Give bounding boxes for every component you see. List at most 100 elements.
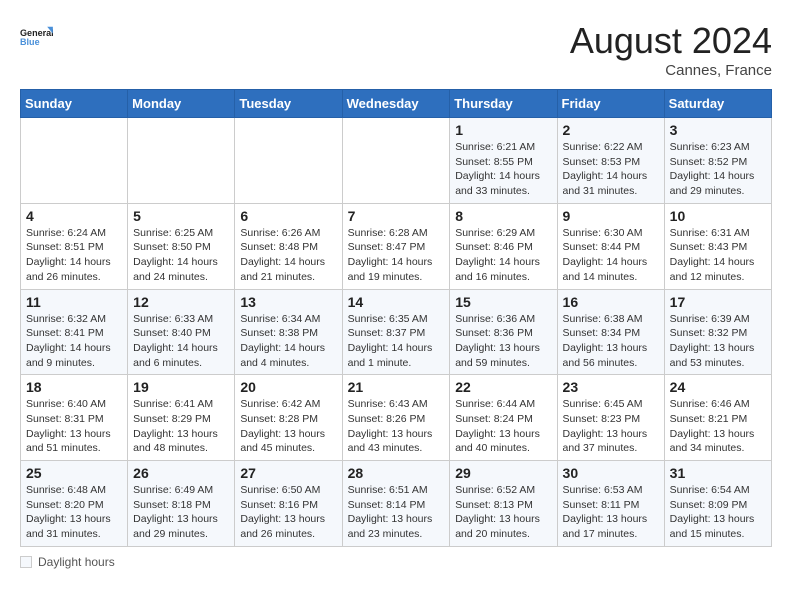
day-number: 3 [670,122,766,138]
calendar-day-cell: 18 Sunrise: 6:40 AM Sunset: 8:31 PM Dayli… [21,375,128,461]
calendar-day-cell: 5Sunrise: 6:25 AM Sunset: 8:50 PM Daylig… [128,203,235,289]
day-number: 17 [670,294,766,310]
calendar-day-cell: 10 Sunrise: 6:31 AM Sunset: 8:43 PM Dayli… [664,203,771,289]
day-info: Sunrise: 6:51 AM Sunset: 8:14 PM Dayligh… [348,483,445,542]
calendar-day-cell: 28Sunrise: 6:51 AM Sunset: 8:14 PM Dayli… [342,461,450,547]
calendar-day-cell: 8 Sunrise: 6:29 AM Sunset: 8:46 PM Daylig… [450,203,557,289]
calendar-day-cell: 29 Sunrise: 6:52 AM Sunset: 8:13 PM Dayli… [450,461,557,547]
page-header: General Blue August 2024 Cannes, France [20,20,772,79]
day-number: 10 [670,208,766,224]
calendar-day-cell: 12 Sunrise: 6:33 AM Sunset: 8:40 PM Dayli… [128,289,235,375]
calendar-day-cell: 11 Sunrise: 6:32 AM Sunset: 8:41 PM Dayli… [21,289,128,375]
day-info: Sunrise: 6:34 AM Sunset: 8:38 PM Dayligh… [240,312,336,371]
day-info: Sunrise: 6:26 AM Sunset: 8:48 PM Dayligh… [240,226,336,285]
svg-text:Blue: Blue [20,37,40,47]
calendar-day-cell [21,118,128,204]
day-number: 11 [26,294,122,310]
location: Cannes, France [570,62,772,79]
calendar-day-cell: 7 Sunrise: 6:28 AM Sunset: 8:47 PM Daylig… [342,203,450,289]
day-info: Sunrise: 6:53 AM Sunset: 8:11 PM Dayligh… [563,483,659,542]
calendar-week-row: 11 Sunrise: 6:32 AM Sunset: 8:41 PM Dayli… [21,289,772,375]
calendar-day-cell: 30 Sunrise: 6:53 AM Sunset: 8:11 PM Dayli… [557,461,664,547]
day-info: Sunrise: 6:52 AM Sunset: 8:13 PM Dayligh… [455,483,551,542]
day-info: Sunrise: 6:23 AM Sunset: 8:52 PM Dayligh… [670,140,766,199]
day-info: Sunrise: 6:39 AM Sunset: 8:32 PM Dayligh… [670,312,766,371]
calendar-day-cell: 6 Sunrise: 6:26 AM Sunset: 8:48 PM Daylig… [235,203,342,289]
day-number: 25 [26,465,122,481]
day-info: Sunrise: 6:48 AM Sunset: 8:20 PM Dayligh… [26,483,122,542]
daylight-indicator [20,556,32,568]
day-number: 6 [240,208,336,224]
calendar-day-cell: 16 Sunrise: 6:38 AM Sunset: 8:34 PM Dayli… [557,289,664,375]
day-info: Sunrise: 6:33 AM Sunset: 8:40 PM Dayligh… [133,312,229,371]
day-number: 15 [455,294,551,310]
calendar-day-header: Friday [557,90,664,118]
day-info: Sunrise: 6:29 AM Sunset: 8:46 PM Dayligh… [455,226,551,285]
day-number: 14 [348,294,445,310]
calendar-week-row: 25 Sunrise: 6:48 AM Sunset: 8:20 PM Dayli… [21,461,772,547]
day-number: 13 [240,294,336,310]
calendar-week-row: 1Sunrise: 6:21 AM Sunset: 8:55 PM Daylig… [21,118,772,204]
calendar-day-cell: 9 Sunrise: 6:30 AM Sunset: 8:44 PM Daylig… [557,203,664,289]
calendar-day-cell [235,118,342,204]
day-number: 21 [348,379,445,395]
calendar-day-header: Wednesday [342,90,450,118]
day-info: Sunrise: 6:43 AM Sunset: 8:26 PM Dayligh… [348,397,445,456]
day-number: 30 [563,465,659,481]
day-number: 18 [26,379,122,395]
calendar-footer: Daylight hours [20,555,772,569]
calendar-day-cell: 3 Sunrise: 6:23 AM Sunset: 8:52 PM Daylig… [664,118,771,204]
day-number: 29 [455,465,551,481]
day-number: 5 [133,208,229,224]
calendar-day-cell: 27Sunrise: 6:50 AM Sunset: 8:16 PM Dayli… [235,461,342,547]
day-number: 7 [348,208,445,224]
day-info: Sunrise: 6:50 AM Sunset: 8:16 PM Dayligh… [240,483,336,542]
day-info: Sunrise: 6:22 AM Sunset: 8:53 PM Dayligh… [563,140,659,199]
day-number: 19 [133,379,229,395]
day-info: Sunrise: 6:28 AM Sunset: 8:47 PM Dayligh… [348,226,445,285]
day-info: Sunrise: 6:40 AM Sunset: 8:31 PM Dayligh… [26,397,122,456]
day-info: Sunrise: 6:36 AM Sunset: 8:36 PM Dayligh… [455,312,551,371]
logo: General Blue [20,20,54,54]
calendar-day-cell: 2 Sunrise: 6:22 AM Sunset: 8:53 PM Daylig… [557,118,664,204]
calendar-day-cell: 20Sunrise: 6:42 AM Sunset: 8:28 PM Dayli… [235,375,342,461]
calendar-day-cell: 1Sunrise: 6:21 AM Sunset: 8:55 PM Daylig… [450,118,557,204]
day-info: Sunrise: 6:31 AM Sunset: 8:43 PM Dayligh… [670,226,766,285]
day-info: Sunrise: 6:54 AM Sunset: 8:09 PM Dayligh… [670,483,766,542]
calendar-table: SundayMondayTuesdayWednesdayThursdayFrid… [20,89,772,547]
daylight-label: Daylight hours [38,555,115,569]
day-info: Sunrise: 6:44 AM Sunset: 8:24 PM Dayligh… [455,397,551,456]
day-info: Sunrise: 6:30 AM Sunset: 8:44 PM Dayligh… [563,226,659,285]
day-number: 23 [563,379,659,395]
day-number: 8 [455,208,551,224]
day-info: Sunrise: 6:41 AM Sunset: 8:29 PM Dayligh… [133,397,229,456]
calendar-day-cell: 4Sunrise: 6:24 AM Sunset: 8:51 PM Daylig… [21,203,128,289]
day-info: Sunrise: 6:32 AM Sunset: 8:41 PM Dayligh… [26,312,122,371]
calendar-day-header: Saturday [664,90,771,118]
calendar-day-cell: 26Sunrise: 6:49 AM Sunset: 8:18 PM Dayli… [128,461,235,547]
calendar-day-header: Thursday [450,90,557,118]
calendar-day-cell: 13 Sunrise: 6:34 AM Sunset: 8:38 PM Dayli… [235,289,342,375]
calendar-day-cell: 25 Sunrise: 6:48 AM Sunset: 8:20 PM Dayli… [21,461,128,547]
calendar-week-row: 18 Sunrise: 6:40 AM Sunset: 8:31 PM Dayli… [21,375,772,461]
day-number: 9 [563,208,659,224]
calendar-header-row: SundayMondayTuesdayWednesdayThursdayFrid… [21,90,772,118]
day-number: 12 [133,294,229,310]
calendar-week-row: 4Sunrise: 6:24 AM Sunset: 8:51 PM Daylig… [21,203,772,289]
day-info: Sunrise: 6:45 AM Sunset: 8:23 PM Dayligh… [563,397,659,456]
day-info: Sunrise: 6:24 AM Sunset: 8:51 PM Dayligh… [26,226,122,285]
month-year: August 2024 [570,20,772,62]
calendar-day-cell [128,118,235,204]
calendar-day-cell: 31 Sunrise: 6:54 AM Sunset: 8:09 PM Dayli… [664,461,771,547]
svg-text:General: General [20,28,54,38]
day-number: 16 [563,294,659,310]
calendar-day-header: Tuesday [235,90,342,118]
calendar-day-header: Sunday [21,90,128,118]
day-info: Sunrise: 6:38 AM Sunset: 8:34 PM Dayligh… [563,312,659,371]
day-number: 2 [563,122,659,138]
day-number: 20 [240,379,336,395]
calendar-day-cell: 19 Sunrise: 6:41 AM Sunset: 8:29 PM Dayli… [128,375,235,461]
day-number: 31 [670,465,766,481]
day-info: Sunrise: 6:35 AM Sunset: 8:37 PM Dayligh… [348,312,445,371]
day-number: 1 [455,122,551,138]
